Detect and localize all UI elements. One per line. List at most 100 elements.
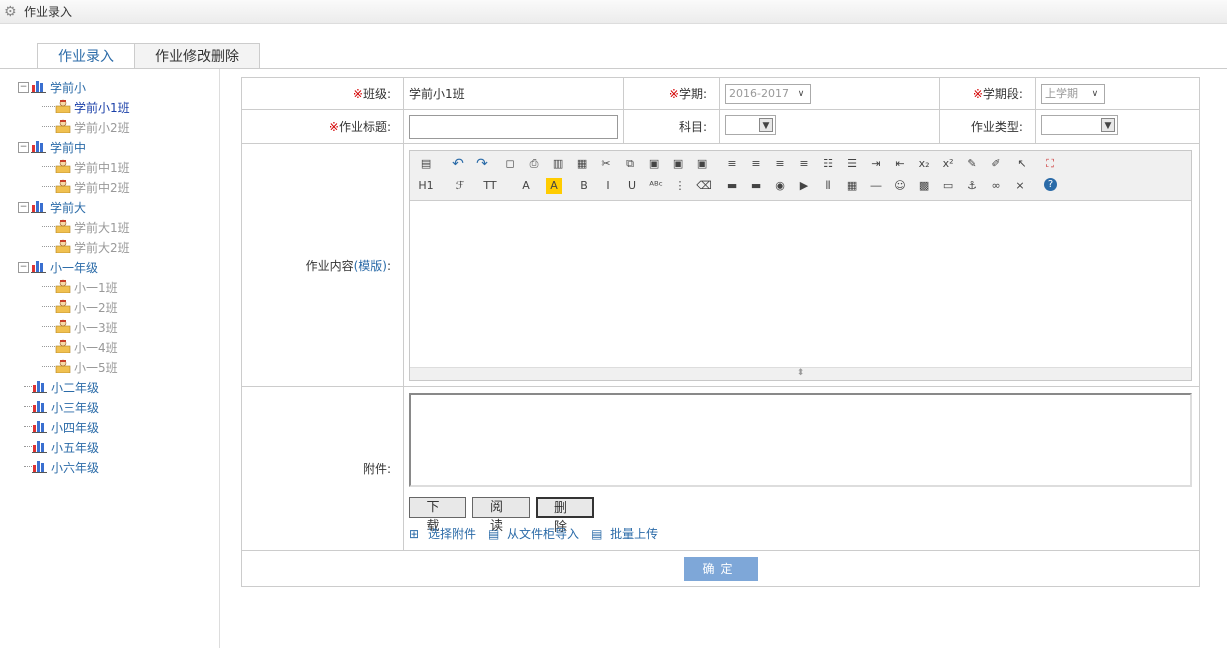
strikethrough-icon[interactable]: ᴬᴮᶜ bbox=[648, 178, 664, 194]
subscript-icon[interactable]: x₂ bbox=[916, 156, 932, 172]
tree-leaf-node[interactable]: 小一3班 bbox=[18, 317, 130, 337]
font-family-icon[interactable]: ℱ bbox=[452, 178, 468, 194]
type-select[interactable]: ▼ bbox=[1040, 115, 1118, 135]
align-left-icon[interactable]: ≡ bbox=[724, 156, 740, 172]
unordered-list-icon[interactable]: ☰ bbox=[844, 156, 860, 172]
fullscreen-icon[interactable]: ⛶ bbox=[1042, 156, 1058, 172]
select-attachment-link[interactable]: ⊞ 选择附件 bbox=[409, 525, 476, 542]
tree-group-node[interactable]: 小三年级 bbox=[18, 397, 130, 417]
batch-upload-link[interactable]: ▤ 批量上传 bbox=[591, 525, 658, 542]
underline-icon[interactable]: U bbox=[624, 178, 640, 194]
indent-icon[interactable]: ⇥ bbox=[868, 156, 884, 172]
tab-homework-edit-delete[interactable]: 作业修改删除 bbox=[135, 43, 260, 69]
attach-file-icon[interactable]: ⦀ bbox=[820, 178, 836, 194]
copy-icon[interactable]: ⧉ bbox=[622, 156, 638, 172]
tree-group-node[interactable]: − 学前大 bbox=[18, 197, 130, 217]
redo-icon[interactable]: ↷ bbox=[474, 156, 490, 172]
superscript-icon[interactable]: x² bbox=[940, 156, 956, 172]
code-icon[interactable]: ▦ bbox=[574, 156, 590, 172]
collapse-toggle-icon[interactable]: − bbox=[18, 141, 29, 153]
print-icon[interactable]: ⎙ bbox=[526, 156, 542, 172]
tree-leaf-node[interactable]: 学前大1班 bbox=[18, 217, 130, 237]
highlight-icon[interactable]: A bbox=[546, 177, 563, 194]
emoticon-icon[interactable]: ☺ bbox=[892, 178, 908, 194]
tree-group-label: 学前中 bbox=[50, 140, 87, 155]
font-color-icon[interactable]: A bbox=[518, 178, 534, 194]
ordered-list-icon[interactable]: ☷ bbox=[820, 156, 836, 172]
clear-format-icon[interactable]: ✎ bbox=[964, 156, 980, 172]
template-link[interactable]: (模版) bbox=[354, 259, 387, 273]
collapse-toggle-icon[interactable]: − bbox=[18, 261, 29, 273]
tree-leaf-node[interactable]: 小一4班 bbox=[18, 337, 130, 357]
font-size-icon[interactable]: TT bbox=[482, 178, 498, 194]
tree-leaf-node[interactable]: 学前小2班 bbox=[18, 117, 130, 137]
paste-word-icon[interactable]: ▣ bbox=[694, 156, 710, 172]
tree-group-node[interactable]: 小五年级 bbox=[18, 437, 130, 457]
justify-icon[interactable]: ≡ bbox=[796, 156, 812, 172]
template-icon[interactable]: ▥ bbox=[550, 156, 566, 172]
map-icon[interactable]: ▩ bbox=[916, 178, 932, 194]
term-part-select[interactable]: 上学期 ∨ bbox=[1040, 83, 1105, 104]
tree-connector bbox=[24, 406, 32, 408]
collapse-toggle-icon[interactable]: − bbox=[18, 201, 29, 213]
align-right-icon[interactable]: ≡ bbox=[772, 156, 788, 172]
collapse-toggle-icon[interactable]: − bbox=[18, 81, 29, 93]
tree-leaf-node[interactable]: 小一2班 bbox=[18, 297, 130, 317]
class-tree: − 学前小 学前小1班 学前小2班 − 学前中学前中1班 学前中2班 − 学前大 学前大1班 学前大… bbox=[18, 77, 130, 477]
media-icon[interactable]: ▶ bbox=[796, 178, 812, 194]
tree-leaf-node[interactable]: 小一1班 bbox=[18, 277, 130, 297]
undo-icon[interactable]: ↶ bbox=[450, 156, 466, 172]
term-label-cell: ※学期: bbox=[623, 77, 720, 110]
link-icon[interactable]: ∞ bbox=[988, 178, 1004, 194]
tree-group-node[interactable]: − 学前中 bbox=[18, 137, 130, 157]
read-button[interactable]: 阅读 bbox=[472, 497, 531, 534]
tree-leaf-node[interactable]: 学前中2班 bbox=[18, 177, 130, 197]
tree-group-node[interactable]: − 学前小 bbox=[18, 77, 130, 97]
pagebreak-icon[interactable]: ▭ bbox=[940, 178, 956, 194]
term-part-label-cell: ※学期段: bbox=[938, 77, 1036, 110]
bar-chart-icon bbox=[32, 439, 51, 456]
table-icon[interactable]: ▦ bbox=[844, 178, 860, 194]
tree-group-node[interactable]: 小六年级 bbox=[18, 457, 130, 477]
paste-icon[interactable]: ▣ bbox=[646, 156, 662, 172]
paste-text-icon[interactable]: ▣ bbox=[670, 156, 686, 172]
tree-group-node[interactable]: 小二年级 bbox=[18, 377, 130, 397]
download-button[interactable]: 下载 bbox=[409, 497, 467, 534]
outdent-icon[interactable]: ⇤ bbox=[892, 156, 908, 172]
multi-image-icon[interactable]: ▬ bbox=[748, 178, 764, 194]
eraser-icon[interactable]: ⌫ bbox=[696, 178, 712, 194]
italic-icon[interactable]: I bbox=[600, 178, 616, 194]
tab-homework-entry[interactable]: 作业录入 bbox=[37, 43, 135, 69]
image-icon[interactable]: ▬ bbox=[724, 178, 740, 194]
tree-leaf-node[interactable]: 小一5班 bbox=[18, 357, 130, 377]
help-icon[interactable]: ? bbox=[1044, 177, 1058, 191]
align-center-icon[interactable]: ≡ bbox=[748, 156, 764, 172]
tree-leaf-node[interactable]: 学前小1班 bbox=[18, 97, 130, 117]
tree-group-node[interactable]: 小四年级 bbox=[18, 417, 130, 437]
tree-leaf-node[interactable]: 学前中1班 bbox=[18, 157, 130, 177]
subject-select[interactable]: ▼ bbox=[725, 115, 776, 135]
bar-chart-icon bbox=[31, 259, 50, 276]
line-height-icon[interactable]: ⋮ bbox=[672, 178, 688, 194]
editor-resize-bar[interactable]: ⬍ bbox=[410, 366, 1192, 380]
cut-icon[interactable]: ✂ bbox=[598, 156, 614, 172]
flash-icon[interactable]: ◉ bbox=[772, 178, 788, 194]
file-cabinet-import-link[interactable]: ▤ 从文件柜导入 bbox=[488, 525, 579, 542]
delete-button[interactable]: 删除 bbox=[536, 497, 595, 535]
attachment-list[interactable] bbox=[409, 393, 1193, 487]
select-all-icon[interactable]: ↖ bbox=[1014, 156, 1030, 172]
bold-icon[interactable]: B bbox=[576, 178, 592, 194]
preview-icon[interactable]: ◻ bbox=[502, 156, 518, 172]
quick-format-icon[interactable]: ✐ bbox=[988, 156, 1004, 172]
heading-icon[interactable]: H1 bbox=[418, 178, 434, 194]
tree-group-node[interactable]: − 小一年级 bbox=[18, 257, 130, 277]
editor-content-area[interactable] bbox=[410, 201, 1191, 367]
source-icon[interactable]: ▤ bbox=[418, 156, 434, 172]
submit-button[interactable]: 确定 bbox=[683, 556, 758, 581]
anchor-icon[interactable]: ⚓ bbox=[964, 178, 980, 194]
title-input[interactable] bbox=[409, 114, 619, 139]
hr-icon[interactable]: ― bbox=[868, 178, 884, 194]
term-select[interactable]: 2016-2017 ∨ bbox=[725, 83, 811, 104]
tree-leaf-node[interactable]: 学前大2班 bbox=[18, 237, 130, 257]
unlink-icon[interactable]: ⨯ bbox=[1012, 178, 1028, 194]
